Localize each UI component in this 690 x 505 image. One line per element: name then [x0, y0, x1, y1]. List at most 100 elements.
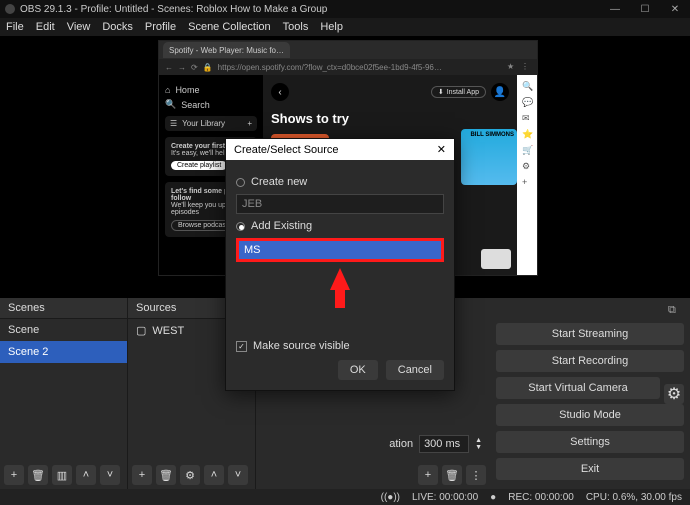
- forward-icon[interactable]: →: [178, 63, 186, 72]
- create-new-radio[interactable]: Create new: [236, 176, 444, 188]
- minimize-button[interactable]: —: [600, 4, 630, 15]
- create-playlist-button[interactable]: Create playlist: [171, 161, 227, 170]
- maximize-button[interactable]: ☐: [630, 4, 660, 15]
- library-icon: ☰: [170, 119, 177, 128]
- spin-up-icon[interactable]: ▲: [475, 437, 482, 444]
- address-bar[interactable]: https://open.spotify.com/?flow_ctx=d0bce…: [218, 63, 502, 72]
- sidebar-icon[interactable]: ✉: [522, 113, 532, 123]
- scene-item[interactable]: Scene 2: [0, 341, 127, 363]
- ok-button[interactable]: OK: [338, 360, 378, 380]
- move-up-button[interactable]: ˄: [204, 465, 224, 485]
- dock-icon[interactable]: ⧉: [668, 304, 684, 316]
- record-icon: ●: [490, 492, 496, 503]
- menu-edit[interactable]: Edit: [36, 21, 55, 33]
- scenes-toolbar: + 🗑 ▥ ˄ ˅: [0, 461, 127, 489]
- filters-button[interactable]: ▥: [52, 465, 72, 485]
- studio-mode-button[interactable]: Studio Mode: [496, 404, 684, 426]
- menu-profile[interactable]: Profile: [145, 21, 176, 33]
- menubar: File Edit View Docks Profile Scene Colle…: [0, 18, 690, 36]
- dialog-titlebar: Create/Select Source ✕: [226, 139, 454, 160]
- duration-label: ation: [389, 438, 413, 450]
- spin-down-icon[interactable]: ▼: [475, 444, 482, 451]
- settings-button[interactable]: Settings: [496, 431, 684, 453]
- window-title: OBS 29.1.3 - Profile: Untitled - Scenes:…: [20, 4, 327, 15]
- scenes-panel: Scenes Scene Scene 2 + 🗑 ▥ ˄ ˅: [0, 298, 128, 489]
- highlight-annotation: MS: [236, 238, 444, 262]
- status-live: LIVE: 00:00:00: [412, 492, 478, 503]
- menu-view[interactable]: View: [67, 21, 91, 33]
- dialog-title: Create/Select Source: [234, 144, 339, 156]
- home-icon: ⌂: [165, 85, 170, 95]
- browser-tabstrip: Spotify - Web Player: Music fo…: [159, 41, 537, 59]
- arrow-annotation: [330, 268, 350, 290]
- dialog-close-button[interactable]: ✕: [437, 143, 446, 156]
- menu-scene-collection[interactable]: Scene Collection: [188, 21, 271, 33]
- edge-sidebar: 🔍 💬 ✉ ⭐ 🛒 ⚙ +: [517, 75, 537, 275]
- profile-avatar[interactable]: 👤: [491, 83, 509, 101]
- source-properties-button[interactable]: ⚙: [180, 465, 200, 485]
- signal-icon: ((●)): [381, 492, 400, 503]
- menu-file[interactable]: File: [6, 21, 24, 33]
- window-capture-icon: ▢: [136, 324, 146, 337]
- source-name-input[interactable]: [236, 194, 444, 214]
- menu-tools[interactable]: Tools: [283, 21, 309, 33]
- add-source-button[interactable]: +: [132, 465, 152, 485]
- sidebar-icon[interactable]: ⭐: [522, 129, 532, 139]
- menu-docks[interactable]: Docks: [102, 21, 133, 33]
- nav-home[interactable]: ⌂Home: [165, 85, 257, 95]
- ext-icon[interactable]: ★: [507, 62, 517, 72]
- nav-search[interactable]: 🔍Search: [165, 99, 257, 110]
- ext-icon[interactable]: ⋮: [521, 62, 531, 72]
- lock-icon: 🔒: [203, 63, 213, 72]
- vcam-settings-button[interactable]: ⚙: [664, 384, 684, 404]
- move-down-button[interactable]: ˅: [100, 465, 120, 485]
- back-icon[interactable]: ←: [165, 63, 173, 72]
- titlebar: OBS 29.1.3 - Profile: Untitled - Scenes:…: [0, 0, 690, 18]
- controls-panel: ⧉ Start Streaming Start Recording Start …: [490, 298, 690, 489]
- checkbox-icon: ✓: [236, 341, 247, 352]
- add-existing-radio[interactable]: Add Existing: [236, 220, 444, 232]
- cancel-button[interactable]: Cancel: [386, 360, 444, 380]
- scenes-header: Scenes: [0, 298, 127, 319]
- sidebar-icon[interactable]: 🛒: [522, 145, 532, 155]
- reload-icon[interactable]: ⟳: [191, 63, 198, 72]
- close-button[interactable]: ✕: [660, 4, 690, 15]
- status-cpu: CPU: 0.6%, 30.00 fps: [586, 492, 682, 503]
- sidebar-icon[interactable]: 💬: [522, 97, 532, 107]
- obs-icon: [5, 4, 15, 14]
- browser-tab[interactable]: Spotify - Web Player: Music fo…: [163, 42, 290, 58]
- make-visible-checkbox[interactable]: ✓ Make source visible: [236, 340, 444, 352]
- podcast-tile-bill[interactable]: BILL SIMMONS: [461, 129, 517, 185]
- add-scene-button[interactable]: +: [4, 465, 24, 485]
- nav-library[interactable]: ☰Your Library+: [165, 116, 257, 131]
- menu-help[interactable]: Help: [320, 21, 343, 33]
- scene-item[interactable]: Scene: [0, 319, 127, 341]
- start-recording-button[interactable]: Start Recording: [496, 350, 684, 372]
- podcast-thumb[interactable]: [481, 249, 511, 269]
- status-rec: REC: 00:00:00: [508, 492, 574, 503]
- transition-row: ation ▲▼: [256, 427, 490, 461]
- existing-source-item[interactable]: MS: [239, 241, 441, 259]
- add-transition-button[interactable]: +: [418, 465, 438, 485]
- browser-toolbar: ← → ⟳ 🔒 https://open.spotify.com/?flow_c…: [159, 59, 537, 75]
- sidebar-icon[interactable]: 🔍: [522, 81, 532, 91]
- delete-scene-button[interactable]: 🗑: [28, 465, 48, 485]
- plus-icon: +: [247, 119, 252, 128]
- start-virtual-camera-button[interactable]: Start Virtual Camera: [496, 377, 660, 399]
- create-select-source-dialog: Create/Select Source ✕ Create new Add Ex…: [225, 138, 455, 391]
- start-streaming-button[interactable]: Start Streaming: [496, 323, 684, 345]
- duration-input[interactable]: [419, 435, 469, 453]
- delete-source-button[interactable]: 🗑: [156, 465, 176, 485]
- sources-toolbar: + 🗑 ⚙ ˄ ˅: [128, 461, 255, 489]
- search-icon: 🔍: [165, 99, 176, 110]
- transition-properties-button[interactable]: ⋮: [466, 465, 486, 485]
- exit-button[interactable]: Exit: [496, 458, 684, 480]
- nav-back-icon[interactable]: ‹: [271, 83, 289, 101]
- delete-transition-button[interactable]: 🗑: [442, 465, 462, 485]
- install-app-button[interactable]: ⬇Install App: [431, 86, 486, 98]
- download-icon: ⬇: [438, 88, 444, 96]
- sidebar-icon[interactable]: +: [522, 177, 532, 187]
- move-up-button[interactable]: ˄: [76, 465, 96, 485]
- move-down-button[interactable]: ˅: [228, 465, 248, 485]
- sidebar-icon[interactable]: ⚙: [522, 161, 532, 171]
